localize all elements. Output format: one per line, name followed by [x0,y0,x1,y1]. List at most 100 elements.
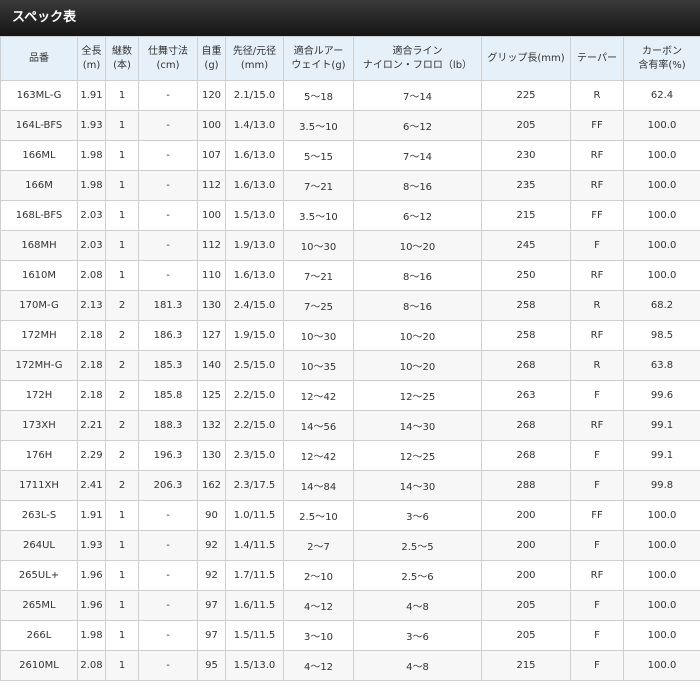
cell-line: 12～25 [353,440,482,471]
cell-weight: 110 [197,260,226,291]
cell-model: 1610M [0,260,78,291]
cell-carbon: 100.0 [623,590,700,621]
cell-taper: F [570,470,624,501]
cell-pieces: 1 [105,140,139,171]
cell-pieces: 1 [105,260,139,291]
table-header: 品番 全長 (m) 継数 (本) 仕舞寸法 (cm) 自重 (g) 先径/元径 (mm) 適合ルアーウ… [0,36,700,81]
cell-carbon: 99.8 [623,470,700,501]
cell-closed: 186.3 [138,320,198,351]
cell-lure: 12～42 [283,380,354,411]
cell-weight: 107 [197,140,226,171]
cell-grip: 268 [481,350,571,381]
cell-length: 2.18 [77,380,106,411]
cell-length: 2.41 [77,470,106,501]
column-header-grip: グリップ長(mm) [481,36,571,81]
column-header-label: 仕舞寸法 [148,45,188,57]
table-body: 163ML-G 1.91 1-120 2.1/15.0 5～18 7～14 225 R 62.4… [0,80,700,681]
cell-carbon: 62.4 [623,80,700,111]
cell-line: 8～16 [353,290,482,321]
column-header-label: 先径/元径 [232,45,277,57]
cell-closed: - [138,500,198,531]
cell-diameter: 1.4/11.5 [225,530,284,561]
cell-length: 2.03 [77,230,106,261]
cell-closed: 206.3 [138,470,198,501]
cell-model: 163ML-G [0,80,78,111]
table-row: 2610ML 2.08 1-95 1.5/13.0 4～12 4～8 215 F 100.0 [0,650,700,681]
column-header-model: 品番 [0,36,78,81]
cell-lure: 5～15 [283,140,354,171]
cell-model: 176H [0,440,78,471]
cell-pieces: 1 [105,80,139,111]
cell-weight: 125 [197,380,226,411]
column-header-unit: (m) [82,59,101,71]
cell-weight: 97 [197,620,226,651]
cell-closed: - [138,170,198,201]
column-header-diameter: 先径/元径 (mm) [225,36,284,81]
cell-line: 10～20 [353,230,482,261]
table-row: 166ML 1.98 1-107 1.6/13.0 5～15 7～14 230 RF 100.0 [0,140,700,171]
cell-closed: - [138,230,198,261]
cell-model: 264UL [0,530,78,561]
cell-diameter: 2.2/15.0 [225,380,284,411]
column-header-unit: 含有率(%) [638,59,686,71]
cell-diameter: 1.6/13.0 [225,260,284,291]
cell-grip: 200 [481,560,571,591]
cell-length: 1.91 [77,500,106,531]
cell-pieces: 2 [105,410,139,441]
cell-grip: 215 [481,650,571,681]
column-header-label: 適合ルアー [293,45,344,57]
cell-taper: R [570,290,624,321]
cell-weight: 140 [197,350,226,381]
cell-lure: 3～10 [283,620,354,651]
cell-grip: 250 [481,260,571,291]
table-row: 265ML 1.96 1-97 1.6/11.5 4～12 4～8 205 F 100.0 [0,590,700,621]
table-row: 176H 2.29 2 196.3 130 2.3/15.0 12～42 12～25 268 F 9… [0,440,700,471]
cell-lure: 5～18 [283,80,354,111]
cell-line: 10～20 [353,320,482,351]
table-row: 263L-S 1.91 1-90 1.0/11.5 2.5～10 3～6 200 FF 100.… [0,500,700,531]
cell-carbon: 100.0 [623,170,700,201]
cell-pieces: 2 [105,290,139,321]
cell-closed: - [138,530,198,561]
cell-carbon: 98.5 [623,320,700,351]
cell-carbon: 100.0 [623,650,700,681]
cell-taper: F [570,230,624,261]
cell-grip: 225 [481,80,571,111]
cell-grip: 235 [481,170,571,201]
cell-length: 1.91 [77,80,106,111]
cell-taper: RF [570,170,624,201]
cell-length: 2.08 [77,650,106,681]
cell-closed: 181.3 [138,290,198,321]
header-row: 品番 全長 (m) 継数 (本) 仕舞寸法 (cm) 自重 (g) 先径/元径 (mm) 適合ルアーウ… [0,36,700,81]
cell-lure: 4～12 [283,590,354,621]
column-header-unit: ウェイト(g) [291,59,346,71]
cell-weight: 112 [197,230,226,261]
cell-model: 168L-BFS [0,200,78,231]
cell-lure: 10～30 [283,320,354,351]
cell-grip: 245 [481,230,571,261]
cell-model: 172MH-G [0,350,78,381]
table-row: 164L-BFS 1.93 1-100 1.4/13.0 3.5～10 6～12 205 FF… [0,110,700,141]
cell-grip: 263 [481,380,571,411]
cell-pieces: 2 [105,380,139,411]
table-row: 172MH 2.18 2 186.3 127 1.9/15.0 10～30 10～20 258 R… [0,320,700,351]
cell-taper: RF [570,560,624,591]
cell-taper: RF [570,320,624,351]
cell-diameter: 1.0/11.5 [225,500,284,531]
table-row: 173XH 2.21 2 188.3 132 2.2/15.0 14～56 14～30 268 R… [0,410,700,441]
cell-grip: 205 [481,590,571,621]
column-header-label: 継数 [112,45,132,57]
cell-carbon: 100.0 [623,260,700,291]
cell-line: 6～12 [353,110,482,141]
cell-closed: 185.8 [138,380,198,411]
cell-line: 10～20 [353,350,482,381]
cell-model: 1711XH [0,470,78,501]
cell-lure: 2～7 [283,530,354,561]
cell-model: 266L [0,620,78,651]
cell-length: 2.21 [77,410,106,441]
cell-pieces: 1 [105,560,139,591]
cell-carbon: 99.1 [623,440,700,471]
cell-taper: F [570,380,624,411]
table-row: 264UL 1.93 1-92 1.4/11.5 2～7 2.5～5 200 F 100.0 [0,530,700,561]
cell-grip: 268 [481,440,571,471]
